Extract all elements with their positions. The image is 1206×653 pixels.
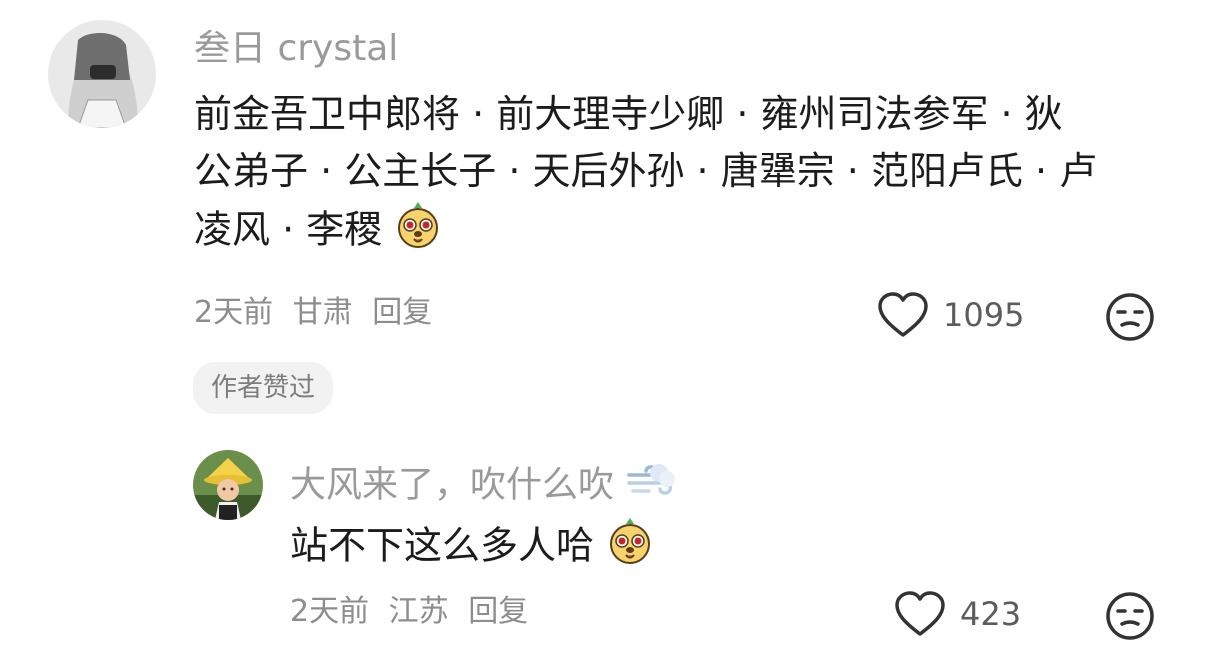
reply-time: 2天前 [290,594,370,629]
comment-location: 甘肃 [292,295,353,330]
reply-location: 江苏 [388,594,449,629]
reply-meta: 2天前 江苏 回复 [290,594,538,630]
avatar[interactable] [48,20,156,128]
wind-emoji [625,459,677,514]
unamused-face-icon [1106,592,1154,640]
like-count: 1095 [943,296,1025,334]
reply-text-line: 站不下这么多人哈 [290,516,654,580]
comment-text-line: 凌风 · 李稷 [194,200,1154,264]
dislike-button[interactable] [1104,291,1156,347]
cute-dog-emoji [606,516,654,580]
reply-username[interactable]: 大风来了，吹什么吹 [290,459,677,514]
reply-button[interactable]: 回复 [372,295,432,330]
comment-time: 2天前 [194,295,274,330]
comment-meta: 2天前 甘肃 回复 [194,295,442,331]
reply-like-button[interactable]: 423 [894,591,1021,637]
reply-text: 站不下这么多人哈 [290,523,595,568]
like-button[interactable]: 1095 [877,292,1024,338]
reply-avatar[interactable] [193,450,263,520]
reply-dislike-button[interactable] [1104,590,1156,646]
reply-like-count: 423 [960,595,1022,633]
comment-text-line: 公弟子 · 公主长子 · 天后外孙 · 唐犟宗 · 范阳卢氏 · 卢 [194,149,1098,193]
comment-text-line: 前金吾卫中郎将 · 前大理寺少卿 · 雍州司法参军 · 狄 [194,92,1063,136]
author-liked-badge: 作者赞过 [193,362,334,414]
comment-text-line: 凌风 · 李稷 [194,207,383,252]
heart-outline-icon [878,292,928,337]
comment-username[interactable]: 叁日 crystal [194,27,398,71]
heart-outline-icon [895,591,945,636]
reply-username-text: 大风来了，吹什么吹 [290,464,615,506]
comment-text: 前金吾卫中郎将 · 前大理寺少卿 · 雍州司法参军 · 狄 公弟子 · 公主长子… [194,86,1154,264]
reply-reply-button[interactable]: 回复 [468,594,528,629]
cute-dog-emoji [394,200,442,264]
unamused-face-icon [1106,293,1154,341]
